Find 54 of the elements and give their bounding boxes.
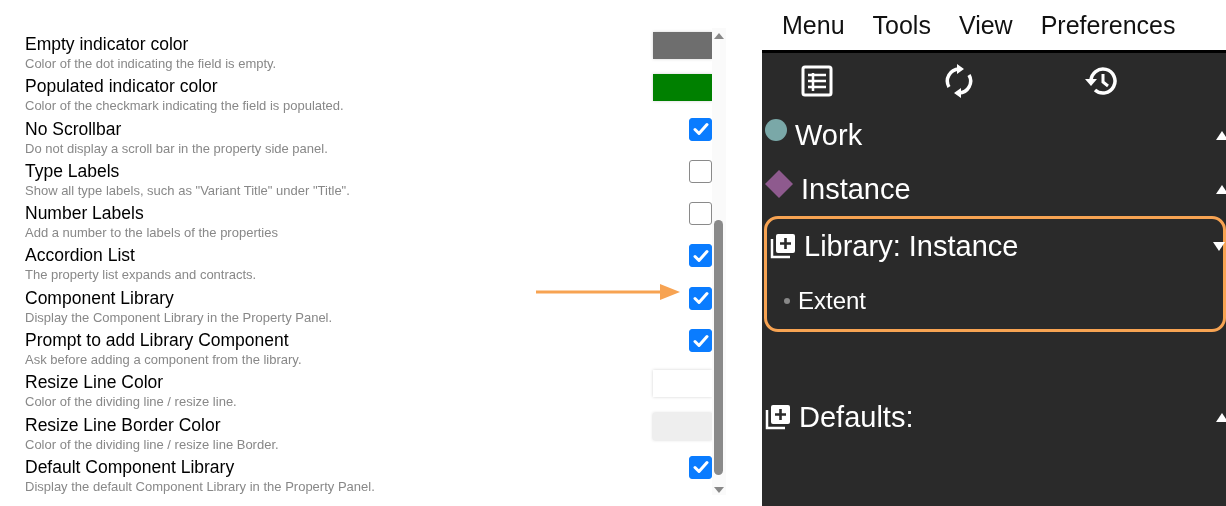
setting-label: Default Component Library <box>25 455 236 478</box>
checkmark-icon <box>692 460 709 475</box>
collapse-triangle-icon[interactable] <box>1213 241 1225 251</box>
setting-label: Type Labels <box>25 159 121 182</box>
setting-description: Do not display a scroll bar in the property side panel. <box>25 139 328 158</box>
setting-label: Prompt to add Library Component <box>25 329 290 352</box>
checkbox[interactable] <box>689 159 712 183</box>
checkbox[interactable] <box>689 244 712 268</box>
setting-label: Populated indicator color <box>25 75 219 98</box>
setting-label: Component Library <box>25 286 175 309</box>
setting-description: Color of the dividing line / resize line. <box>25 393 237 412</box>
setting-label: Empty indicator color <box>25 33 190 55</box>
tree-item-label[interactable]: Instance <box>801 172 911 206</box>
expand-triangle-icon[interactable] <box>1216 184 1226 194</box>
setting-label: Resize Line Color <box>25 371 165 394</box>
setting-description: Ask before adding a component from the library. <box>25 351 302 370</box>
color-swatch[interactable] <box>653 74 712 102</box>
menu-item[interactable]: View <box>958 10 1013 40</box>
setting-description: Show all type labels, such as "Variant Title" under "Title". <box>25 181 350 200</box>
scrollbar[interactable] <box>712 28 726 495</box>
checkmark-icon <box>692 291 709 306</box>
setting-label: Accordion List <box>25 244 136 267</box>
menu-item[interactable]: Preferences <box>1040 10 1176 40</box>
tree-item-label[interactable]: Library: Instance <box>804 229 1019 263</box>
tree-child-label[interactable]: Extent <box>798 287 867 315</box>
color-swatch[interactable] <box>653 32 712 59</box>
expand-triangle-icon[interactable] <box>1216 130 1226 140</box>
tree-item-label[interactable]: Defaults: <box>799 400 914 434</box>
checkmark-icon <box>692 122 709 137</box>
setting-label: Number Labels <box>25 202 145 225</box>
setting-description: Display the default Component Library in the Property Panel. <box>25 477 375 496</box>
checkbox[interactable] <box>689 329 712 353</box>
setting-description: Add a number to the labels of the properties <box>25 224 278 243</box>
setting-description: Color of the dot indicating the field is empty. <box>25 55 277 73</box>
checkbox[interactable] <box>689 202 712 226</box>
setting-description: Color of the dividing line / resize line Border. <box>25 435 279 454</box>
tree-item-label[interactable]: Work <box>795 118 863 152</box>
setting-description: Color of the checkmark indicating the field is populated. <box>25 97 344 116</box>
checkbox[interactable] <box>689 455 712 479</box>
setting-description: Display the Component Library in the Property Panel. <box>25 308 333 327</box>
setting-label: No Scrollbar <box>25 117 123 140</box>
checkbox[interactable] <box>689 286 712 310</box>
setting-description: The property list expands and contracts. <box>25 266 257 285</box>
checkbox[interactable] <box>689 117 712 141</box>
bullet-icon <box>784 298 790 304</box>
setting-label: Resize Line Border Color <box>25 413 222 436</box>
expand-triangle-icon[interactable] <box>1216 412 1226 422</box>
menu-item[interactable]: Menu <box>782 10 845 40</box>
add-library-icon[interactable] <box>770 233 796 259</box>
menu-item[interactable]: Tools <box>872 10 931 40</box>
list-icon[interactable] <box>800 63 834 98</box>
add-library-icon[interactable] <box>765 404 791 430</box>
checkmark-icon <box>692 249 709 263</box>
checkmark-icon <box>692 333 709 348</box>
